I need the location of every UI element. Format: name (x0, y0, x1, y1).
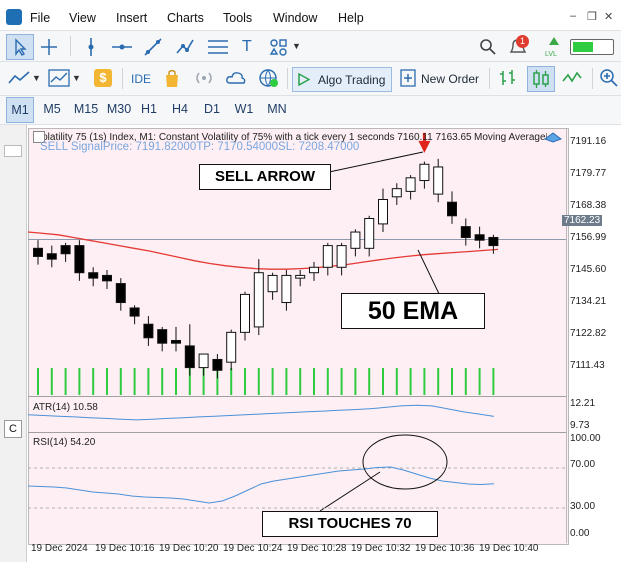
candle-body (198, 353, 209, 369)
time-axis-label: 19 Dec 10:20 (159, 543, 219, 554)
candle-body (336, 245, 347, 268)
time-axis-label: 19 Dec 10:32 (351, 543, 411, 554)
rsi-axis-label: 70.00 (570, 459, 596, 470)
candle-body (253, 272, 264, 328)
ema-50-line (27, 231, 499, 270)
rsi-axis-label: 30.00 (570, 501, 596, 512)
rsi-axis-label: 100.00 (570, 433, 601, 444)
rsi-annotation: RSI TOUCHES 70 (262, 511, 438, 537)
rsi-label: RSI(14) 54.20 (33, 437, 96, 448)
time-axis-label: 19 Dec 2024 (31, 543, 88, 554)
candle-body (88, 272, 99, 279)
candle-body (405, 177, 416, 192)
candle-body (295, 274, 306, 279)
atr-axis-label: 12.21 (570, 398, 596, 409)
price-axis-label: 7156.99 (570, 232, 607, 243)
price-axis-label: 7111.43 (570, 360, 605, 371)
price-axis-label: 7179.77 (570, 168, 607, 179)
time-axis-label: 19 Dec 10:16 (95, 543, 155, 554)
candle-body (267, 274, 278, 293)
candle-body (447, 201, 457, 217)
sell-arrow-pointer (328, 151, 424, 173)
time-axis-label: 19 Dec 10:40 (479, 543, 539, 554)
candle-body (60, 245, 71, 255)
time-axis-label: 19 Dec 10:24 (223, 543, 283, 554)
current-price-tag: 7162.23 (562, 215, 603, 226)
candle-body (171, 339, 181, 344)
candle-body (226, 331, 237, 363)
price-axis-label: 7134.21 (570, 296, 607, 307)
candle-body (378, 199, 388, 225)
candle-body (474, 234, 485, 241)
candle-body (364, 217, 375, 249)
chart-canvas (27, 132, 566, 512)
candle-body (74, 245, 85, 274)
sell-arrow-annotation: SELL ARROW (199, 164, 331, 190)
candle-body (129, 307, 140, 317)
candle-body (102, 274, 112, 282)
candle-body (350, 231, 361, 249)
rsi-axis-label: 0.00 (570, 528, 590, 539)
candle-body (488, 236, 499, 247)
atr-label: ATR(14) 10.58 (33, 402, 98, 413)
moving-average-label: Moving Average (474, 132, 546, 143)
time-axis-label: 19 Dec 10:36 (415, 543, 475, 554)
candle-body (157, 329, 168, 344)
sell-signal-text: SELL SignalPrice: 7191.82000TP: 7170.540… (40, 141, 360, 153)
ema-annotation: 50 EMA (341, 293, 485, 329)
hat-icon[interactable] (544, 131, 562, 143)
candle-body (33, 247, 43, 257)
rsi-highlight-circle (362, 434, 448, 490)
candle-body (143, 323, 154, 339)
price-axis-label: 7191.16 (570, 136, 607, 147)
candle-body (322, 245, 333, 268)
price-axis-label: 7168.38 (570, 200, 607, 211)
candle-body (391, 188, 402, 198)
candle-body (240, 293, 250, 333)
candle-body (460, 226, 471, 238)
rsi-line (27, 466, 495, 504)
candle-body (281, 274, 292, 304)
candle-body (433, 166, 444, 195)
time-axis-label: 19 Dec 10:28 (287, 543, 347, 554)
candle-body (419, 163, 430, 182)
candle-body (46, 253, 57, 260)
candle-body (309, 266, 319, 274)
candle-body (212, 358, 223, 371)
atr-axis-label: 9.73 (570, 420, 590, 431)
price-axis-label: 7145.60 (570, 264, 607, 275)
candle-body (115, 283, 126, 304)
price-axis-label: 7122.82 (570, 328, 607, 339)
candle-body (184, 345, 195, 369)
